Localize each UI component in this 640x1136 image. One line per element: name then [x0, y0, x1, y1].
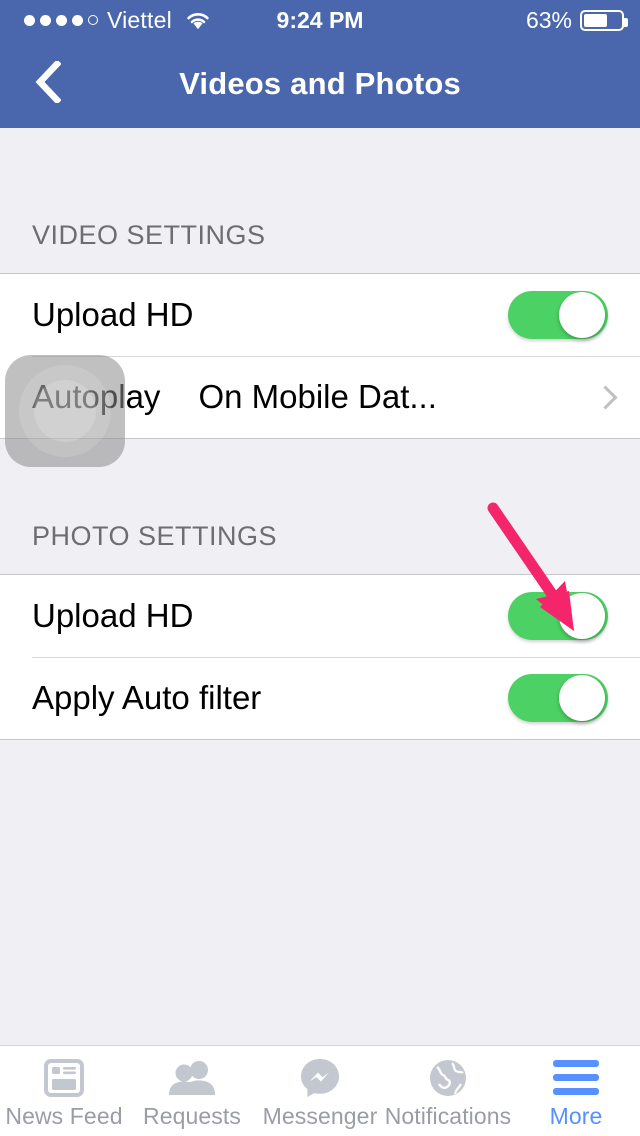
- notifications-globe-icon: [428, 1057, 468, 1099]
- news-feed-icon: [44, 1057, 84, 1099]
- photo-upload-hd-row[interactable]: Upload HD: [0, 575, 640, 657]
- tab-label-notifications: Notifications: [384, 1102, 512, 1129]
- toggle-knob: [559, 292, 605, 338]
- tab-label-news-feed: News Feed: [5, 1102, 123, 1129]
- page-title: Videos and Photos: [179, 66, 461, 101]
- hamburger-bar: [553, 1074, 599, 1081]
- autoplay-label: Autoplay: [32, 378, 161, 415]
- battery-percentage: 63%: [525, 6, 572, 33]
- battery-cap: [624, 17, 628, 27]
- hamburger-bar: [553, 1088, 599, 1095]
- messenger-icon: [299, 1057, 341, 1099]
- apply-auto-filter-row[interactable]: Apply Auto filter: [0, 657, 640, 739]
- hamburger-bars: [553, 1060, 599, 1095]
- hamburger-bar: [553, 1060, 599, 1067]
- battery-fill: [584, 13, 608, 27]
- video-settings-list: Upload HD Autoplay On Mobile Dat...: [0, 273, 640, 439]
- photo-settings-list: Upload HD Apply Auto filter: [0, 574, 640, 740]
- battery-icon: [580, 9, 628, 31]
- bottom-tab-bar: News Feed Requests Messenger Notificatio…: [0, 1045, 640, 1136]
- status-bar: Viettel 9:24 PM 63%: [0, 0, 640, 40]
- autoplay-disclosure: [591, 356, 618, 438]
- section-header-video-settings: VIDEO SETTINGS: [32, 220, 266, 250]
- autoplay-row[interactable]: Autoplay On Mobile Dat...: [0, 356, 640, 438]
- tab-more[interactable]: More: [512, 1046, 640, 1136]
- friend-requests-icon: [169, 1057, 215, 1099]
- toggle-knob: [559, 593, 605, 639]
- settings-content: VIDEO SETTINGS Upload HD Autoplay On Mob…: [0, 128, 640, 1046]
- tab-notifications[interactable]: Notifications: [384, 1046, 512, 1136]
- tab-messenger[interactable]: Messenger: [256, 1046, 384, 1136]
- navigation-bar: Videos and Photos: [0, 40, 640, 128]
- apply-auto-filter-toggle[interactable]: [508, 674, 608, 722]
- tab-requests[interactable]: Requests: [128, 1046, 256, 1136]
- autoplay-value: On Mobile Dat...: [198, 378, 437, 415]
- toggle-knob: [559, 675, 605, 721]
- video-upload-hd-label: Upload HD: [32, 296, 194, 333]
- tab-label-messenger: Messenger: [262, 1102, 378, 1129]
- chevron-right-icon: [593, 384, 618, 410]
- photo-upload-hd-label: Upload HD: [32, 597, 194, 634]
- video-upload-hd-toggle[interactable]: [508, 291, 608, 339]
- hamburger-menu-icon: [553, 1057, 599, 1099]
- status-bar-right: 63%: [525, 0, 628, 40]
- tab-news-feed[interactable]: News Feed: [0, 1046, 128, 1136]
- video-upload-hd-row[interactable]: Upload HD: [0, 274, 640, 356]
- photo-upload-hd-toggle[interactable]: [508, 592, 608, 640]
- section-header-photo-settings: PHOTO SETTINGS: [32, 521, 278, 551]
- tab-label-more: More: [549, 1102, 603, 1129]
- tab-label-requests: Requests: [143, 1102, 241, 1129]
- phone-screen: Viettel 9:24 PM 63% Videos and Photos VI…: [0, 0, 640, 1136]
- apply-auto-filter-label: Apply Auto filter: [32, 679, 262, 716]
